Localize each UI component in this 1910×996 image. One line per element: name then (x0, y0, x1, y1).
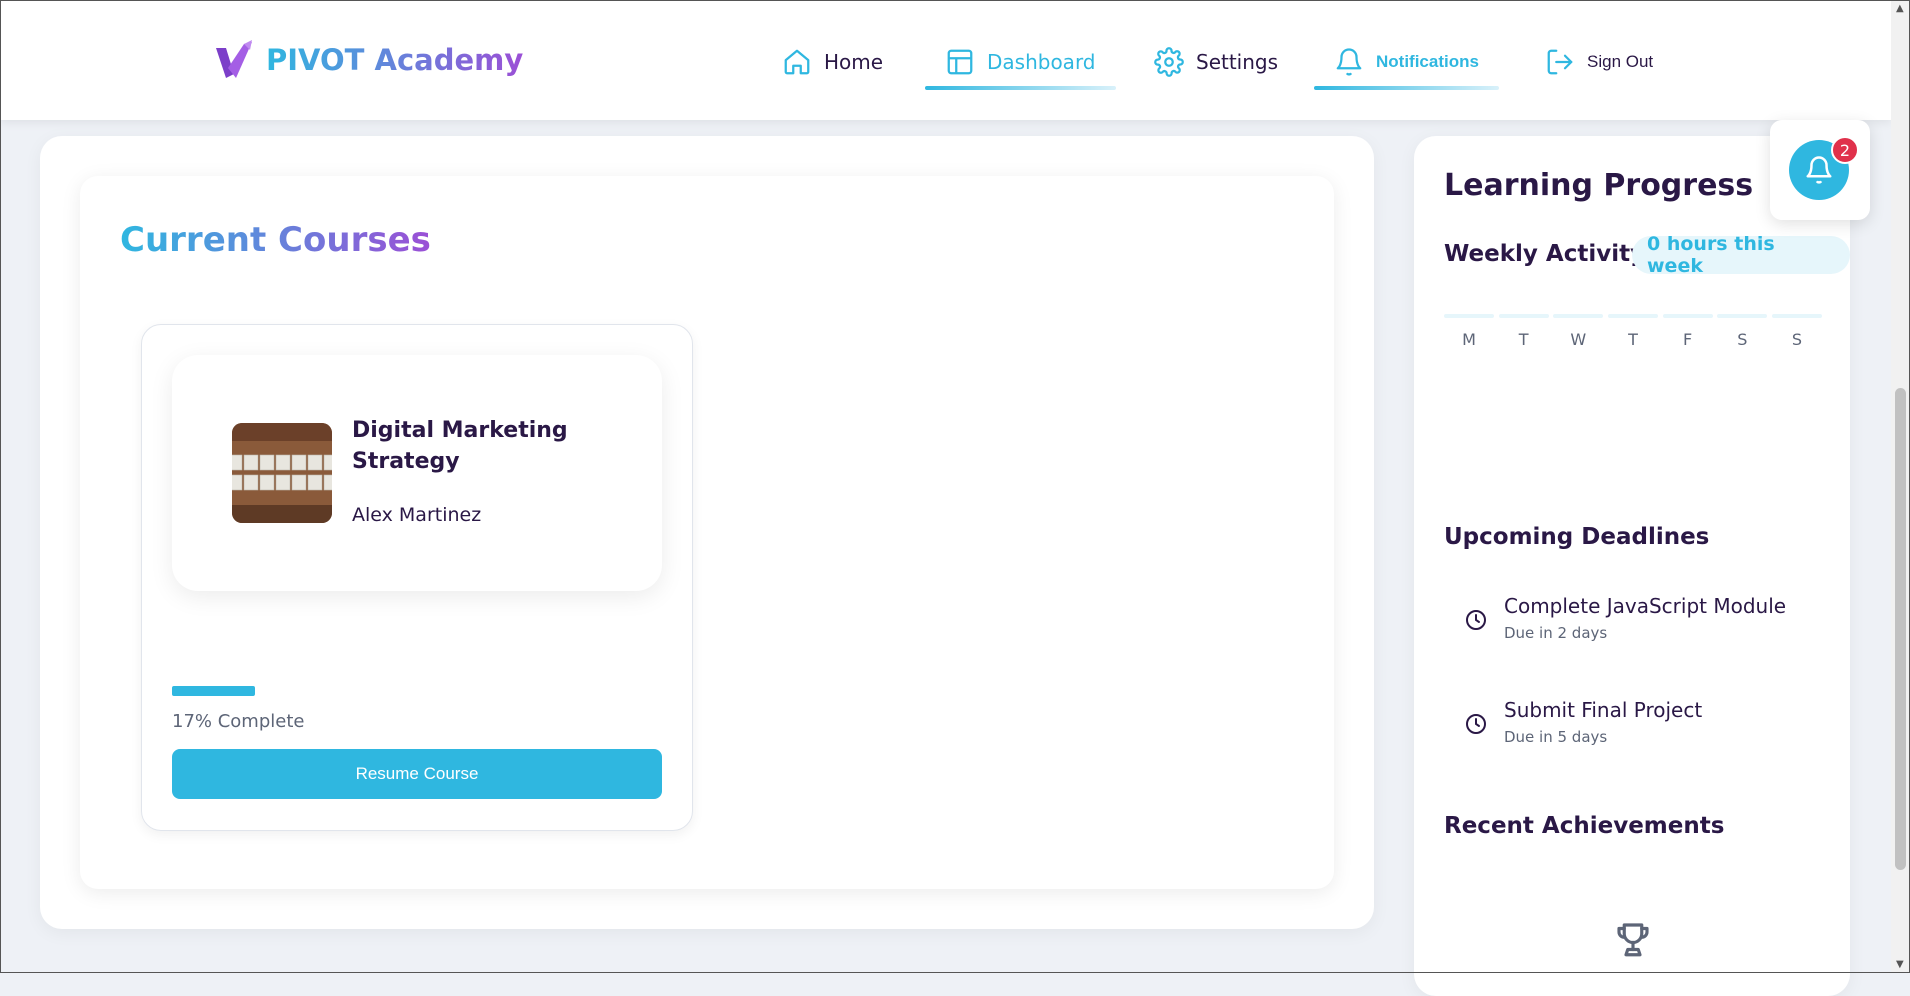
v-logo-icon (216, 40, 252, 78)
day-activity-bar (1771, 314, 1822, 318)
learning-progress-title: Learning Progress (1444, 168, 1754, 203)
hours-this-week-badge: 0 hours this week (1632, 233, 1850, 277)
course-thumbnail (232, 423, 332, 523)
day-label: M (1462, 330, 1476, 349)
course-card[interactable]: Digital Marketing Strategy Alex Martinez… (141, 324, 693, 831)
course-progress-fill (172, 686, 256, 696)
scroll-up-arrow-icon[interactable]: ▲ (1896, 3, 1904, 14)
brand-logo[interactable]: PIVOT Academy (214, 38, 523, 82)
day-activity-bar (1498, 314, 1549, 318)
day-activity-bar (1717, 314, 1768, 318)
day-label: W (1570, 330, 1587, 349)
course-progress-label: 17% Complete (172, 711, 305, 732)
bell-icon (1806, 156, 1832, 184)
upcoming-deadlines-title: Upcoming Deadlines (1444, 524, 1710, 550)
active-tab-underline (925, 86, 1116, 90)
deadline-name: Complete JavaScript Module (1504, 594, 1787, 618)
day-column: W (1553, 314, 1604, 349)
day-column: S (1717, 314, 1768, 349)
home-icon (784, 49, 810, 75)
day-activity-bar (1607, 314, 1658, 318)
weekly-activity-title: Weekly Activity (1444, 241, 1646, 267)
clock-icon (1466, 714, 1486, 734)
nav-settings[interactable]: Settings (1154, 40, 1278, 84)
nav-sign-out[interactable]: Sign Out (1545, 40, 1653, 84)
course-info: Digital Marketing Strategy Alex Martinez (172, 355, 662, 591)
day-activity-bar (1444, 314, 1494, 318)
deadline-item[interactable]: Complete JavaScript Module Due in 2 days (1464, 594, 1786, 642)
active-tab-underline (1314, 86, 1499, 90)
current-courses-panel: Current Courses Digital Marketing Strate… (80, 176, 1334, 889)
day-activity-bar (1662, 314, 1713, 318)
deadline-name: Submit Final Project (1504, 698, 1703, 722)
recent-achievements-title: Recent Achievements (1444, 813, 1725, 839)
sign-out-icon (1547, 49, 1573, 75)
day-column: T (1607, 314, 1658, 349)
day-label: S (1737, 330, 1748, 349)
day-label: F (1683, 330, 1693, 349)
top-navbar: PIVOT Academy Home Dashboard Settings No… (0, 0, 1891, 120)
day-column: F (1662, 314, 1713, 349)
day-label: T (1518, 330, 1529, 349)
learning-progress-panel: Learning Progress Weekly Activity 0 hour… (1414, 136, 1850, 996)
current-courses-title: Current Courses (120, 220, 431, 260)
course-progress-bar (172, 686, 662, 696)
gear-icon (1154, 47, 1184, 77)
deadline-item[interactable]: Submit Final Project Due in 5 days (1464, 698, 1702, 746)
main-panel: Current Courses Digital Marketing Strate… (40, 136, 1374, 929)
day-column: S (1771, 314, 1822, 349)
nav-settings-label: Settings (1196, 50, 1279, 74)
dashboard-icon (947, 49, 973, 75)
nav-dashboard[interactable]: Dashboard (925, 40, 1116, 90)
bell-icon (1336, 48, 1362, 76)
trophy-icon (1617, 923, 1649, 957)
floating-notification[interactable]: 2 (1770, 120, 1870, 220)
nav-sign-out-label: Sign Out (1587, 52, 1654, 71)
course-instructor: Alex Martinez (352, 504, 482, 526)
day-label: T (1628, 330, 1638, 349)
day-column: T (1498, 314, 1549, 349)
nav-dashboard-label: Dashboard (987, 50, 1096, 74)
day-column: M (1444, 314, 1494, 349)
notification-count-badge: 2 (1831, 136, 1859, 164)
nav-home-label: Home (824, 50, 884, 74)
deadline-due: Due in 2 days (1504, 624, 1608, 642)
nav-notifications[interactable]: Notifications (1314, 40, 1499, 90)
nav-home[interactable]: Home (782, 40, 883, 84)
nav-notifications-label: Notifications (1376, 52, 1479, 71)
brand-name: PIVOT Academy (266, 43, 524, 77)
weekly-activity-chart: M T W T F S S (1444, 314, 1822, 349)
day-label: S (1791, 330, 1803, 349)
page-scrollbar[interactable]: ▲ ▼ (1891, 0, 1910, 973)
resume-course-button[interactable]: Resume Course (172, 749, 662, 799)
scrollbar-thumb[interactable] (1895, 388, 1906, 870)
clock-icon (1466, 610, 1486, 630)
deadline-due: Due in 5 days (1504, 728, 1608, 746)
course-name[interactable]: Digital Marketing Strategy (352, 415, 622, 477)
day-activity-bar (1553, 314, 1604, 318)
scroll-down-arrow-icon[interactable]: ▼ (1896, 959, 1904, 970)
